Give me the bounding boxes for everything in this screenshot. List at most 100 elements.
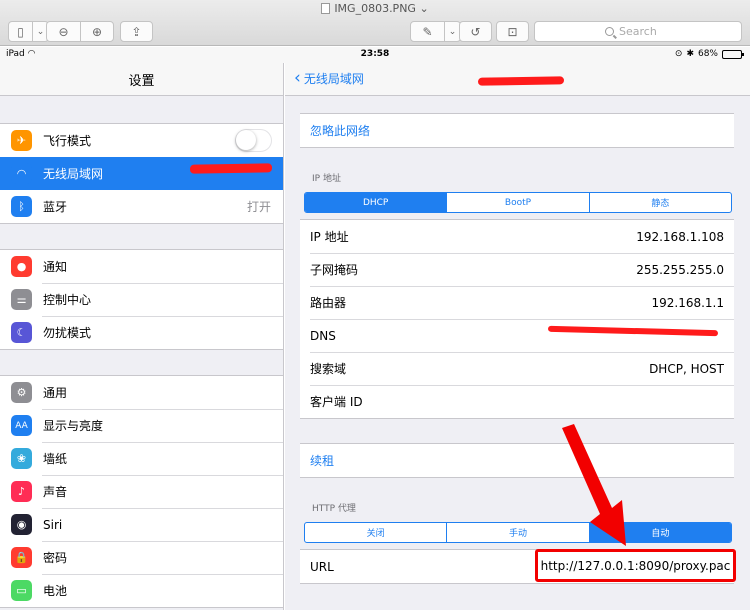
toolbox-icon[interactable]: ⊡ [496, 21, 529, 42]
proxy-url-field[interactable]: http://127.0.0.1:8090/proxy.pac [535, 549, 736, 582]
bluetooth-status-icon: ✱ [686, 49, 694, 59]
airplane-mode-toggle[interactable] [235, 129, 272, 152]
sidebar-item[interactable]: AA 显示与亮度 [0, 409, 283, 442]
ios-status-bar: iPad ◠ 23:58 ⊙ ✱ 68% [0, 47, 750, 63]
zoom-in-icon[interactable]: ⊕ [80, 22, 113, 41]
ip-detail-row: DNS [300, 319, 734, 352]
sidebar-item[interactable]: ᛒ 蓝牙 打开 [0, 190, 283, 223]
proxy-mode-segment[interactable]: 自动 [588, 523, 731, 542]
lock-icon: 🔒 [11, 547, 32, 568]
ip-mode-segment[interactable]: DHCP [305, 193, 447, 212]
ip-mode-segmented-control: DHCP BootP 静态 [304, 192, 732, 213]
sidebar-item-label: 显示与亮度 [43, 419, 104, 433]
proxy-mode-segmented-control: 关闭 手动 自动 [304, 522, 732, 543]
gear-icon: ⚙ [11, 382, 32, 403]
sidebar-item-label: Siri [43, 517, 63, 532]
share-icon[interactable]: ⇪ [120, 21, 153, 42]
rotate-icon[interactable]: ↺ [459, 21, 492, 42]
sidebar-item[interactable]: ◉ Siri [0, 508, 283, 541]
settings-group: ● 通知 ⚌ 控制中心 ☾ 勿扰模式 [0, 249, 283, 350]
sidebar-icon[interactable]: ▯ [9, 22, 32, 41]
ip-detail-value: 192.168.1.108 [636, 229, 724, 244]
control-center-icon: ⚌ [11, 289, 32, 310]
sidebar-item-label: 密码 [43, 551, 68, 565]
sidebar-item[interactable]: ⚙ 通用 [0, 376, 283, 409]
battery-percent: 68% [697, 49, 718, 59]
sidebar-item[interactable]: ☾ 勿扰模式 [0, 316, 283, 349]
proxy-section-label: HTTP 代理 [312, 504, 356, 514]
ip-detail-label: IP 地址 [310, 230, 349, 244]
preview-toolbar: IMG_0803.PNG ⌄ ▯ ⌄ ⊖ ⊕ ⇪ ✎ ⌄ ↺ ⊡ Search [0, 0, 750, 46]
status-time: 23:58 [360, 49, 390, 59]
sound-icon: ♪ [11, 481, 32, 502]
sidebar-item[interactable]: ♪ 声音 [0, 475, 283, 508]
sidebar-item[interactable]: ● 通知 [0, 250, 283, 283]
bluetooth-icon: ᛒ [11, 196, 32, 217]
proxy-mode-segment[interactable]: 关闭 [305, 523, 446, 542]
wifi-detail-pane: ‹ 无线局域网 忽略此网络 IP 地址 DHCP BootP 静态 IP 地址 192… [285, 63, 750, 610]
sidebar-item[interactable]: ❀ 墙纸 [0, 442, 283, 475]
toggle-knob [236, 130, 256, 150]
ip-detail-label: 搜索域 [310, 362, 347, 376]
ip-details-card: IP 地址 192.168.1.108 子网掩码 255.255.255.0 路由器 19… [300, 219, 734, 419]
zoom-group: ⊖ ⊕ [46, 21, 114, 42]
sidebar-item-label: 墙纸 [43, 452, 68, 466]
sidebar-item-label: 飞行模式 [43, 134, 92, 148]
battery-icon [722, 49, 744, 59]
notification-icon: ● [11, 256, 32, 277]
settings-sidebar: 设置 ✈ 飞行模式 ◠ 无线局域网 ᛒ 蓝牙 打开 ● 通知 ⚌ 控制中心 ☾ 勿扰模式 ⚙ 通用 AA 显示与… [0, 63, 284, 610]
markup-pen-icon[interactable]: ✎ [411, 22, 444, 41]
sidebar-item-label: 通知 [43, 260, 68, 274]
sidebar-item-label: 声音 [43, 485, 68, 499]
sidebar-item[interactable]: ✈ 飞行模式 [0, 124, 283, 157]
proxy-mode-segment[interactable]: 手动 [446, 523, 588, 542]
zoom-out-icon[interactable]: ⊖ [47, 22, 80, 41]
ip-detail-row: 路由器 192.168.1.1 [300, 286, 734, 319]
ip-detail-row: IP 地址 192.168.1.108 [300, 220, 734, 253]
search-input[interactable]: Search [534, 21, 742, 42]
ip-mode-segment[interactable]: BootP [446, 193, 588, 212]
network-name-redaction-mark [189, 163, 273, 174]
settings-group: ⚙ 通用 AA 显示与亮度 ❀ 墙纸 ♪ 声音 ◉ Siri 🔒 密码 ▭ 电池 [0, 375, 283, 608]
moon-icon: ☾ [11, 322, 32, 343]
ip-section-label: IP 地址 [312, 174, 341, 184]
settings-title: 设置 [0, 63, 283, 96]
sidebar-item-value: 打开 [246, 200, 271, 214]
display-icon: AA [11, 415, 32, 436]
back-button[interactable]: ‹ 无线局域网 [294, 70, 364, 87]
siri-icon: ◉ [11, 514, 32, 535]
sidebar-item[interactable]: 🔒 密码 [0, 541, 283, 574]
sidebar-item-label: 无线局域网 [43, 167, 104, 181]
battery-icon: ▭ [11, 580, 32, 601]
rotation-lock-icon: ⊙ [674, 49, 683, 59]
sidebar-item[interactable]: ⚌ 控制中心 [0, 283, 283, 316]
ip-detail-row: 搜索域 DHCP, HOST [300, 352, 734, 385]
sidebar-item-label: 勿扰模式 [43, 326, 92, 340]
wifi-icon: ◠ [11, 163, 32, 184]
sidebar-item-label: 通用 [43, 386, 68, 400]
ip-mode-segment[interactable]: 静态 [588, 193, 731, 212]
sidebar-item-label: 控制中心 [43, 293, 92, 307]
window-title: IMG_0803.PNG ⌄ [0, 2, 750, 15]
settings-group: ✈ 飞行模式 ◠ 无线局域网 ᛒ 蓝牙 打开 [0, 123, 283, 224]
markup-group: ✎ ⌄ [410, 21, 461, 42]
renew-lease-button[interactable]: 续租 [300, 444, 734, 477]
sidebar-item[interactable]: ◠ 无线局域网 [0, 157, 283, 190]
ip-detail-label: DNS [310, 328, 336, 343]
document-icon [321, 3, 331, 14]
chevron-down-icon[interactable]: ⌄ [444, 22, 460, 41]
chevron-down-icon[interactable]: ⌄ [419, 2, 428, 15]
wallpaper-icon: ❀ [11, 448, 32, 469]
forget-network-button[interactable]: 忽略此网络 [300, 114, 734, 147]
sidebar-item-label: 蓝牙 [43, 200, 68, 214]
sidebar-view-button[interactable]: ▯ ⌄ [8, 21, 49, 42]
ip-detail-row: 客户端 ID [300, 385, 734, 418]
ip-detail-value: DHCP, HOST [649, 361, 724, 376]
search-icon [605, 27, 614, 36]
sidebar-item[interactable]: ▭ 电池 [0, 574, 283, 607]
ip-detail-label: 路由器 [310, 296, 347, 310]
redaction-mark [477, 76, 565, 86]
sidebar-item-label: 电池 [43, 584, 68, 598]
ip-detail-label: 客户端 ID [310, 395, 363, 409]
chevron-left-icon: ‹ [294, 68, 301, 88]
